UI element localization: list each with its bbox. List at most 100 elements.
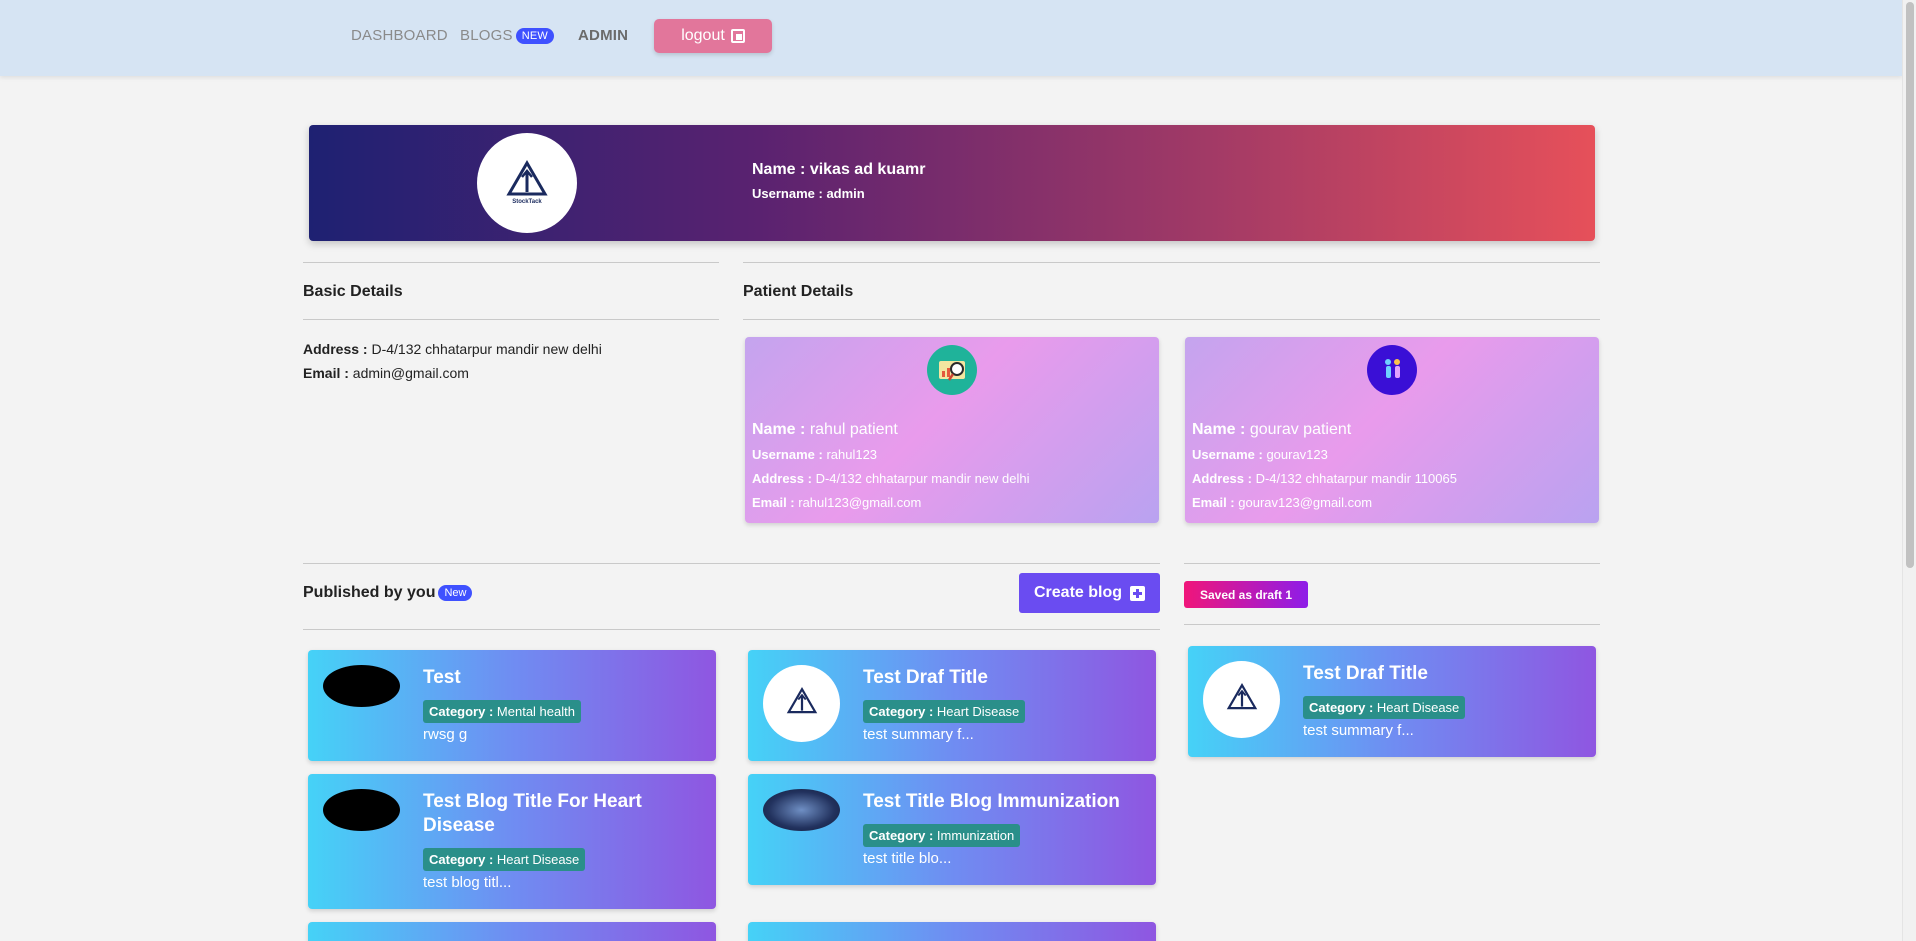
blog-title: Test Draf Title (1303, 663, 1428, 684)
create-blog-button[interactable]: Create blog (1019, 573, 1160, 613)
blog-title: Test Draf Title (863, 667, 988, 688)
patient-name: Name : rahul patient (752, 421, 898, 439)
patient-address-value: D-4/132 chhatarpur mandir 110065 (1255, 471, 1457, 486)
profile-username-label: Username : (752, 186, 823, 201)
basic-email-value: admin@gmail.com (352, 365, 469, 381)
nav-admin[interactable]: ADMIN (578, 27, 628, 44)
blog-thumbnail (763, 789, 840, 831)
stocktack-logo-icon (1226, 682, 1257, 709)
blog-category: Category : Heart Disease (423, 848, 586, 871)
create-blog-label: Create blog (1033, 584, 1122, 601)
patient-email-value: rahul123@gmail.com (798, 495, 922, 510)
blog-category-value: Immunization (936, 828, 1015, 843)
profile-name-label: Name : (752, 161, 806, 178)
patient-username-value: rahul123 (826, 447, 878, 462)
svg-text:StockTack: StockTack (512, 199, 542, 205)
plus-icon (1130, 585, 1145, 601)
divider (303, 563, 1160, 564)
blog-title: Test Title Blog Immunization (863, 791, 1120, 812)
blog-summary: rwsg g (423, 726, 468, 743)
saved-as-draft-button[interactable]: Saved as draft 1 (1184, 581, 1308, 608)
basic-email-label: Email : (303, 365, 349, 381)
blog-card[interactable] (748, 922, 1156, 941)
blog-category-label: Category : (869, 704, 934, 719)
patient-card[interactable]: Name : gourav patient Username : gourav1… (1185, 337, 1599, 523)
profile-username: Username : admin (752, 186, 865, 201)
profile-name-value: vikas ad kuamr (809, 161, 926, 178)
blog-thumbnail (763, 665, 840, 742)
blog-title: Test (423, 667, 461, 688)
logout-button[interactable]: logout (654, 19, 772, 53)
patient-email-label: Email : (1192, 495, 1235, 510)
people-icon (1385, 359, 1400, 378)
basic-address: Address : D-4/132 chhatarpur mandir new … (303, 341, 602, 357)
blog-category: Category : Heart Disease (1303, 696, 1466, 719)
patient-avatar (1367, 345, 1417, 395)
scrollbar-thumb[interactable] (1906, 2, 1914, 568)
patient-name-label: Name : (752, 421, 806, 438)
divider (1184, 624, 1600, 625)
blog-card[interactable] (308, 922, 716, 941)
basic-details-title: Basic Details (303, 283, 403, 300)
blog-category: Category : Mental health (423, 700, 581, 723)
blog-thumbnail (1203, 661, 1280, 738)
published-title: Published by you New (303, 584, 473, 602)
blog-summary: test title blo... (863, 850, 952, 867)
divider (303, 262, 719, 263)
patient-card[interactable]: Name : rahul patient Username : rahul123… (745, 337, 1159, 523)
blog-card[interactable]: Test Title Blog Immunization Category : … (748, 774, 1156, 885)
magnifier-chart-icon (939, 361, 965, 381)
blog-category-value: Heart Disease (496, 852, 580, 867)
blog-card[interactable]: Test Blog Title For Heart Disease Catego… (308, 774, 716, 909)
blog-category-value: Mental health (496, 704, 575, 719)
profile-avatar: StockTack (477, 133, 577, 233)
patient-address: Address : D-4/132 chhatarpur mandir new … (752, 471, 1030, 486)
blog-category-label: Category : (869, 828, 934, 843)
logout-label: logout (681, 27, 725, 44)
profile-username-value: admin (826, 186, 865, 201)
navbar: DASHBOARD BLOGS NEW ADMIN logout (0, 0, 1902, 76)
blog-category-label: Category : (429, 852, 494, 867)
page-scrollbar[interactable] (1902, 0, 1916, 941)
blog-card[interactable]: Test Category : Mental health rwsg g (308, 650, 716, 761)
profile-banner: StockTack Name : vikas ad kuamr Username… (309, 125, 1595, 241)
published-new-badge: New (438, 585, 473, 601)
draft-blog-card[interactable]: Test Draf Title Category : Heart Disease… (1188, 646, 1596, 757)
blog-card[interactable]: Test Draf Title Category : Heart Disease… (748, 650, 1156, 761)
patient-email-label: Email : (752, 495, 795, 510)
profile-name: Name : vikas ad kuamr (752, 161, 925, 179)
blog-category-value: Heart Disease (936, 704, 1020, 719)
nav-blogs-new-badge: NEW (515, 28, 554, 44)
blog-category: Category : Immunization (863, 824, 1021, 847)
patient-username-value: gourav123 (1266, 447, 1328, 462)
patient-username-label: Username : (1192, 447, 1263, 462)
blog-category: Category : Heart Disease (863, 700, 1026, 723)
basic-address-label: Address : (303, 341, 368, 357)
patient-email: Email : gourav123@gmail.com (1192, 495, 1372, 510)
divider (743, 319, 1600, 320)
logout-icon (730, 29, 745, 43)
patient-email: Email : rahul123@gmail.com (752, 495, 921, 510)
blog-title: Test Blog Title For Heart Disease (423, 791, 642, 836)
blog-category-label: Category : (429, 704, 494, 719)
stocktack-logo-icon (786, 686, 817, 713)
divider (303, 319, 719, 320)
blog-summary: test summary f... (1303, 722, 1414, 739)
nav-blogs[interactable]: BLOGS NEW (460, 27, 554, 44)
patient-details-title: Patient Details (743, 283, 854, 300)
divider (743, 262, 1600, 263)
patient-username: Username : gourav123 (1192, 447, 1328, 462)
patient-address-value: D-4/132 chhatarpur mandir new delhi (815, 471, 1030, 486)
patient-name: Name : gourav patient (1192, 421, 1351, 439)
blog-thumbnail (323, 665, 400, 707)
patient-username: Username : rahul123 (752, 447, 877, 462)
divider (303, 629, 1160, 630)
patient-address: Address : D-4/132 chhatarpur mandir 1100… (1192, 471, 1457, 486)
blog-summary: test summary f... (863, 726, 974, 743)
nav-dashboard[interactable]: DASHBOARD (351, 27, 448, 44)
divider (1184, 563, 1600, 564)
blog-category-label: Category : (1309, 700, 1374, 715)
basic-email: Email : admin@gmail.com (303, 365, 469, 381)
patient-address-label: Address : (1192, 471, 1252, 486)
patient-name-value: gourav patient (1249, 421, 1352, 438)
